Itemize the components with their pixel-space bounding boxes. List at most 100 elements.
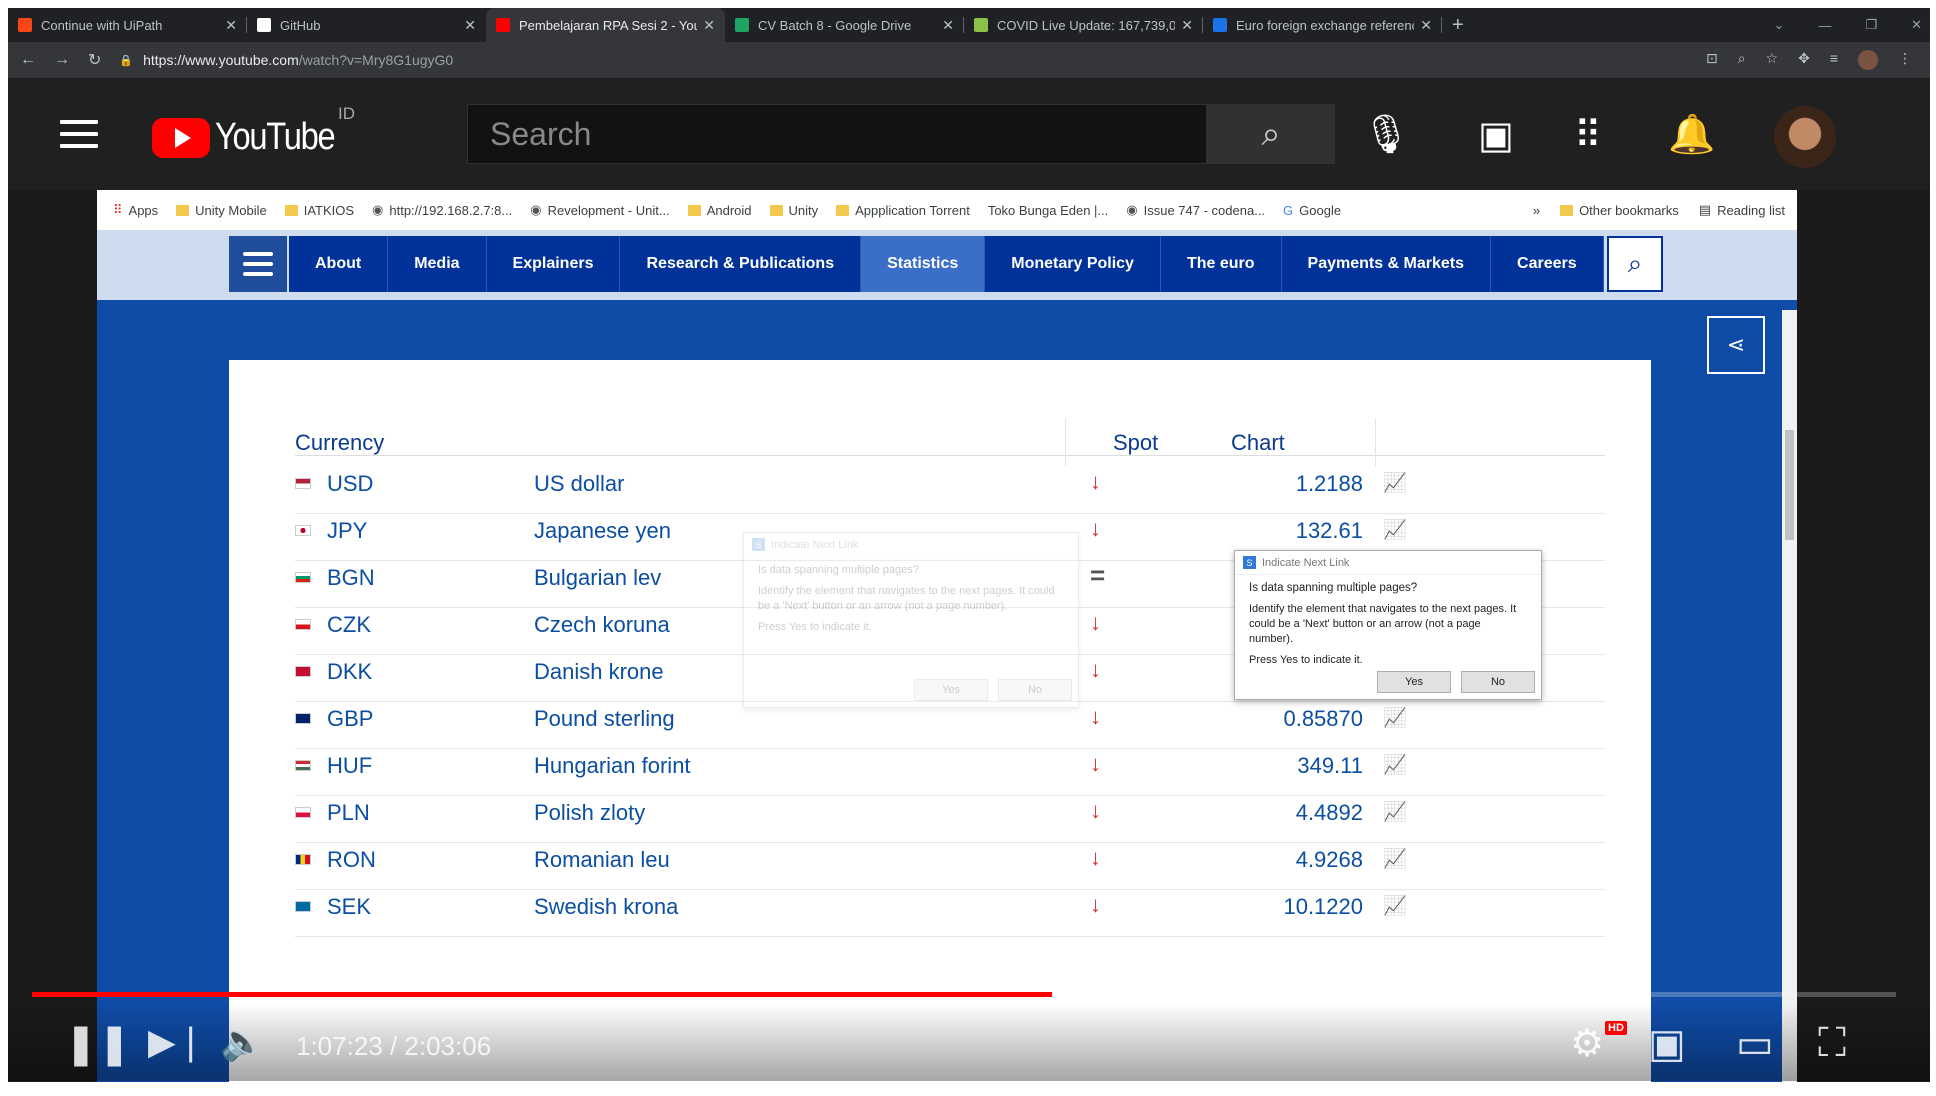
currency-code[interactable]: SEK xyxy=(327,894,371,920)
ghost-dialog-hint: Press Yes to indicate it. xyxy=(758,621,872,633)
bookmark-item[interactable]: Unity xyxy=(769,203,818,218)
currency-code[interactable]: DKK xyxy=(327,659,372,685)
rate-row: SEK Swedish krona ↓ 10.1220 📈 xyxy=(295,879,1605,937)
bookmark-item[interactable]: G Google xyxy=(1283,203,1341,218)
close-tab-icon[interactable]: ✕ xyxy=(1420,17,1432,34)
chart-icon[interactable]: 📈 xyxy=(1383,518,1407,542)
install-icon[interactable]: ⊡ xyxy=(1706,50,1718,70)
youtube-logo-text: YouTube xyxy=(215,116,336,158)
close-tab-icon[interactable]: ✕ xyxy=(942,17,954,34)
bookmark-item[interactable]: IATKIOS xyxy=(284,203,354,218)
bookmark-item[interactable]: Android xyxy=(687,202,752,218)
youtube-video-player[interactable]: YouTube ID Search ⌕ 🎙 ▣ ⠿ 🔔 ⠿ Apps Unity M… xyxy=(8,78,1930,1082)
back-icon[interactable]: ← xyxy=(20,51,36,69)
spot-rate: 4.4892 xyxy=(1295,800,1363,825)
chart-icon[interactable]: 📈 xyxy=(1383,471,1407,495)
browser-tab[interactable]: COVID Live Update: 167,739,058 ✕ xyxy=(964,8,1203,42)
bookmark-item[interactable]: Toko Bunga Eden |... xyxy=(988,203,1108,218)
browser-tab[interactable]: Euro foreign exchange reference ✕ xyxy=(1203,8,1442,42)
url-field[interactable]: 🔒 https://www.youtube.com/watch?v=Mry8G1… xyxy=(119,47,1674,73)
minimize-icon[interactable]: — xyxy=(1818,18,1831,33)
new-tab-icon[interactable]: + xyxy=(1452,14,1464,37)
bookmark-label: Issue 747 - codena... xyxy=(1143,202,1266,218)
next-video-icon[interactable]: ▶❘ xyxy=(148,1021,206,1063)
currency-name[interactable]: Hungarian forint xyxy=(534,753,691,779)
google-icon: G xyxy=(1283,202,1294,218)
menu-icon xyxy=(60,120,98,148)
theater-mode-icon[interactable]: ▭ xyxy=(1736,1021,1774,1067)
bookmark-item[interactable]: ◉ http://192.168.2.7:8... xyxy=(372,202,512,218)
video-progress-bar[interactable] xyxy=(32,992,1896,997)
currency-name[interactable]: Pound sterling xyxy=(534,706,675,732)
currency-name[interactable]: Danish krone xyxy=(534,659,664,685)
more-menu-icon[interactable]: ⋮ xyxy=(1898,50,1912,70)
star-icon[interactable]: ☆ xyxy=(1766,50,1779,70)
chart-icon[interactable]: 📈 xyxy=(1383,800,1407,824)
chart-icon[interactable]: 📈 xyxy=(1383,894,1407,918)
spot-rate: 349.11 xyxy=(1297,753,1363,778)
bookmarks-more: » xyxy=(1532,202,1541,218)
browser-tab[interactable]: Pembelajaran RPA Sesi 2 - YouTu ✕ xyxy=(486,8,725,42)
miniplayer-icon[interactable]: ▣ xyxy=(1648,1021,1686,1067)
close-tab-icon[interactable]: ✕ xyxy=(1181,17,1193,34)
close-window-icon[interactable]: ✕ xyxy=(1911,17,1922,33)
bookmark-item[interactable]: ◉ Revelopment - Unit... xyxy=(530,202,669,218)
currency-code[interactable]: CZK xyxy=(327,612,371,638)
fullscreen-icon[interactable]: ⛶ xyxy=(1818,1021,1846,1066)
ghost-yes-button: Yes xyxy=(914,679,988,701)
forward-icon[interactable]: → xyxy=(54,51,70,69)
dialog-no-button: No xyxy=(1461,671,1535,693)
bookmark-item[interactable]: Unity Mobile xyxy=(176,203,267,218)
uipath-icon xyxy=(18,18,32,32)
tab-search-icon[interactable]: ⌄ xyxy=(1774,17,1785,33)
bookmark-item[interactable]: Appplication Torrent xyxy=(836,203,970,218)
chart-icon[interactable]: 📈 xyxy=(1383,847,1407,871)
pause-icon[interactable]: ❚❚ xyxy=(64,1021,131,1067)
currency-name[interactable]: Czech koruna xyxy=(534,612,670,638)
recorded-youtube-header: YouTube ID Search ⌕ 🎙 ▣ ⠿ 🔔 xyxy=(8,78,1930,190)
restore-icon[interactable]: ❐ xyxy=(1865,17,1877,33)
tab-title: Pembelajaran RPA Sesi 2 - YouTu xyxy=(519,17,698,33)
flag-icon-hu xyxy=(295,760,311,771)
currency-name[interactable]: Bulgarian lev xyxy=(534,565,661,591)
flag-icon-se xyxy=(295,901,311,912)
bookmark-item[interactable]: ⠿ Apps xyxy=(113,202,158,218)
down-arrow-icon: ↓ xyxy=(1090,610,1101,635)
settings-gear-icon[interactable]: ⚙ xyxy=(1570,1021,1604,1066)
folder-icon xyxy=(1560,204,1574,216)
volume-icon[interactable]: 🔈 xyxy=(220,1021,265,1063)
currency-code[interactable]: PLN xyxy=(327,800,370,826)
bookmark-label: Android xyxy=(706,202,752,218)
currency-code[interactable]: BGN xyxy=(327,565,375,591)
media-queue-icon[interactable]: ≡ xyxy=(1830,50,1838,70)
chart-icon[interactable]: 📈 xyxy=(1383,753,1407,777)
bookmark-item[interactable]: ◉ Issue 747 - codena... xyxy=(1126,202,1265,218)
down-arrow-icon: ↓ xyxy=(1090,469,1101,494)
currency-name[interactable]: Polish zloty xyxy=(534,800,645,826)
currency-name[interactable]: Romanian leu xyxy=(534,847,670,873)
reading-list: ▤ Reading list xyxy=(1699,202,1785,218)
browser-tab[interactable]: Continue with UiPath ✕ xyxy=(8,8,247,42)
extensions-icon[interactable]: ✥ xyxy=(1798,50,1810,70)
spot-rate: 10.1220 xyxy=(1283,894,1363,919)
chart-icon[interactable]: 📈 xyxy=(1383,706,1407,730)
browser-tab[interactable]: GitHub ✕ xyxy=(247,8,486,42)
currency-name[interactable]: US dollar xyxy=(534,471,624,497)
currency-code[interactable]: RON xyxy=(327,847,376,873)
currency-code[interactable]: JPY xyxy=(327,518,367,544)
browser-toolbar-icons: ⊡ ⌕ ☆ ✥ ≡ ⋮ xyxy=(1706,50,1912,70)
zoom-icon[interactable]: ⌕ xyxy=(1738,50,1746,70)
currency-code[interactable]: HUF xyxy=(327,753,372,779)
currency-name[interactable]: Japanese yen xyxy=(534,518,671,544)
close-tab-icon[interactable]: ✕ xyxy=(703,17,715,34)
currency-code[interactable]: GBP xyxy=(327,706,373,732)
ecb-nav-bar: About Media Explainers Research & Publicati… xyxy=(97,230,1797,300)
currency-name[interactable]: Swedish krona xyxy=(534,894,678,920)
profile-avatar[interactable] xyxy=(1858,50,1878,70)
indicate-next-link-dialog: S Indicate Next Link Is data spanning mul… xyxy=(1234,550,1542,700)
close-tab-icon[interactable]: ✕ xyxy=(225,17,237,34)
browser-tab[interactable]: CV Batch 8 - Google Drive ✕ xyxy=(725,8,964,42)
reload-icon[interactable]: ↻ xyxy=(88,50,101,70)
close-tab-icon[interactable]: ✕ xyxy=(464,17,476,34)
currency-code[interactable]: USD xyxy=(327,471,373,497)
